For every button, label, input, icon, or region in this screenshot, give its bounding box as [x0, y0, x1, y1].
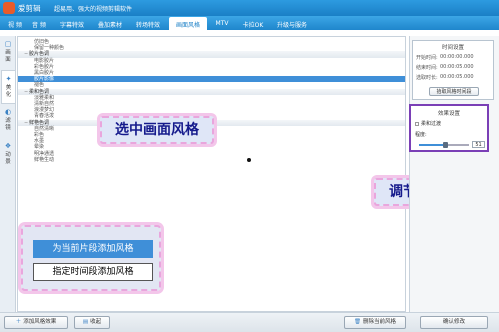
style-label: 淡雅柔和 [34, 94, 55, 101]
side-tab-label: 滤镜 [5, 118, 11, 131]
tab-transitions[interactable]: 转场特效 [130, 17, 166, 30]
app-logo-icon [3, 2, 15, 14]
settings-panel: 时间设置 开始时间: 00:00:00.000 结束时间: 00:00:05.0… [409, 36, 499, 312]
smooth-transition-checkbox[interactable] [415, 121, 419, 126]
bottom-toolbar: ＋添加风格效果 ▤ 收起 🗑 删除当前风格 确认修改 [0, 312, 499, 332]
duration-row: 选取时长: 00:00:05.000 [416, 74, 474, 81]
effect-settings-group: 效果设置 柔和过渡 程度: 51 [409, 104, 489, 152]
delete-style-label: 删除当前风格 [362, 319, 396, 325]
add-icon: ＋ [15, 319, 22, 325]
add-style-to-time-range-button[interactable]: 指定时间段添加风格 [33, 263, 153, 281]
callout-select-style: 选中画面风格 [100, 116, 214, 144]
style-label: 鲜艳色调 [29, 119, 50, 126]
frame-icon: ▢ [4, 40, 12, 48]
style-label: 青春活泼 [34, 113, 55, 120]
degree-value-input[interactable]: 51 [472, 141, 485, 148]
duration-value[interactable]: 00:00:05.000 [440, 74, 474, 80]
main-tab-bar: 视 频 音 频 字幕特效 叠加素材 转场特效 画面风格 MTV 卡拉OK 升级与… [0, 16, 499, 30]
side-tab-label: 动景 [5, 152, 11, 165]
side-tab-frame[interactable]: ▢ 画面 [1, 36, 15, 70]
collapse-button[interactable]: ▤ 收起 [74, 316, 110, 329]
tab-overlay-materials[interactable]: 叠加素材 [92, 17, 128, 30]
add-style-popup: 为当前片段添加风格 指定时间段添加风格 [21, 225, 161, 291]
side-tab-beautify[interactable]: ✦ 美化 [1, 70, 15, 104]
style-item[interactable]: 鲜艳生动 [18, 157, 405, 163]
add-style-to-current-clip-button[interactable]: 为当前片段添加风格 [33, 240, 153, 258]
style-label: 晕染 [34, 144, 45, 151]
degree-slider-handle[interactable] [442, 142, 448, 148]
title-bar: 爱剪辑 超易用、强大的视频剪辑软件 [0, 0, 499, 16]
tab-video[interactable]: 视 频 [4, 17, 26, 30]
app-name: 爱剪辑 [18, 4, 41, 13]
time-settings-group: 时间设置 开始时间: 00:00:00.000 结束时间: 00:00:05.0… [412, 40, 494, 100]
side-tab-filter[interactable]: ◐ 滤镜 [1, 104, 15, 138]
end-time-value[interactable]: 00:00:05.000 [440, 64, 474, 70]
end-time-row: 结束时间: 00:00:05.000 [416, 64, 474, 71]
style-label: 胶片色调 [29, 51, 50, 58]
trash-icon: 🗑 [354, 319, 361, 325]
app-slogan: 超易用、强大的视频剪辑软件 [54, 6, 133, 13]
tab-upgrade-service[interactable]: 升级与服务 [272, 17, 312, 30]
start-time-value[interactable]: 00:00:00.000 [440, 54, 474, 60]
style-label: 褪色 [34, 82, 45, 89]
style-label: 彩色胶片 [34, 63, 55, 70]
degree-slider-fill [419, 144, 445, 146]
tab-picture-style[interactable]: 画面风格 [169, 17, 207, 30]
sparkle-icon: ✦ [5, 75, 12, 83]
add-style-effect-button[interactable]: ＋添加风格效果 [4, 316, 68, 329]
pick-time-range-button[interactable]: 拾取风格时间段 [429, 87, 479, 96]
style-category-sidebar: ▢ 画面 ✦ 美化 ◐ 滤镜 ❖ 动景 [0, 36, 16, 312]
tab-subtitle-effects[interactable]: 字幕特效 [54, 17, 90, 30]
side-tab-label: 画面 [5, 50, 11, 63]
tab-karaoke[interactable]: 卡拉OK [238, 17, 268, 30]
collapse-label: 收起 [90, 319, 102, 325]
degree-label: 程度: [415, 132, 427, 138]
tab-audio[interactable]: 音 频 [28, 17, 50, 30]
style-label: 明净通透 [34, 150, 55, 157]
delete-style-button[interactable]: 🗑 删除当前风格 [344, 316, 406, 329]
confirm-modify-button[interactable]: 确认修改 [420, 316, 488, 329]
effect-settings-title: 效果设置 [437, 111, 460, 117]
scene-icon: ❖ [4, 142, 12, 150]
smooth-transition-label: 柔和过渡 [421, 121, 442, 127]
tab-mtv[interactable]: MTV [210, 17, 234, 30]
start-time-row: 开始时间: 00:00:00.000 [416, 54, 474, 61]
start-time-label: 开始时间: [416, 55, 438, 61]
folder-icon: ▤ [82, 319, 89, 325]
degree-slider[interactable] [419, 142, 469, 148]
time-settings-title: 时间设置 [441, 45, 464, 51]
style-label: 柔和色调 [29, 88, 50, 95]
smooth-transition-row: 柔和过渡 [415, 120, 441, 127]
duration-label: 选取时长: [416, 75, 438, 81]
end-time-label: 结束时间: [416, 65, 438, 71]
side-tab-label: 美化 [5, 85, 12, 98]
cursor-dot [247, 158, 251, 162]
add-style-effect-label: 添加风格效果 [23, 319, 57, 325]
filter-icon: ◐ [4, 108, 12, 116]
style-label: 电影胶片 [34, 57, 55, 64]
style-label: 鲜艳生动 [34, 156, 55, 163]
side-tab-scene[interactable]: ❖ 动景 [1, 138, 15, 172]
style-label: 自然清晰 [34, 125, 55, 132]
